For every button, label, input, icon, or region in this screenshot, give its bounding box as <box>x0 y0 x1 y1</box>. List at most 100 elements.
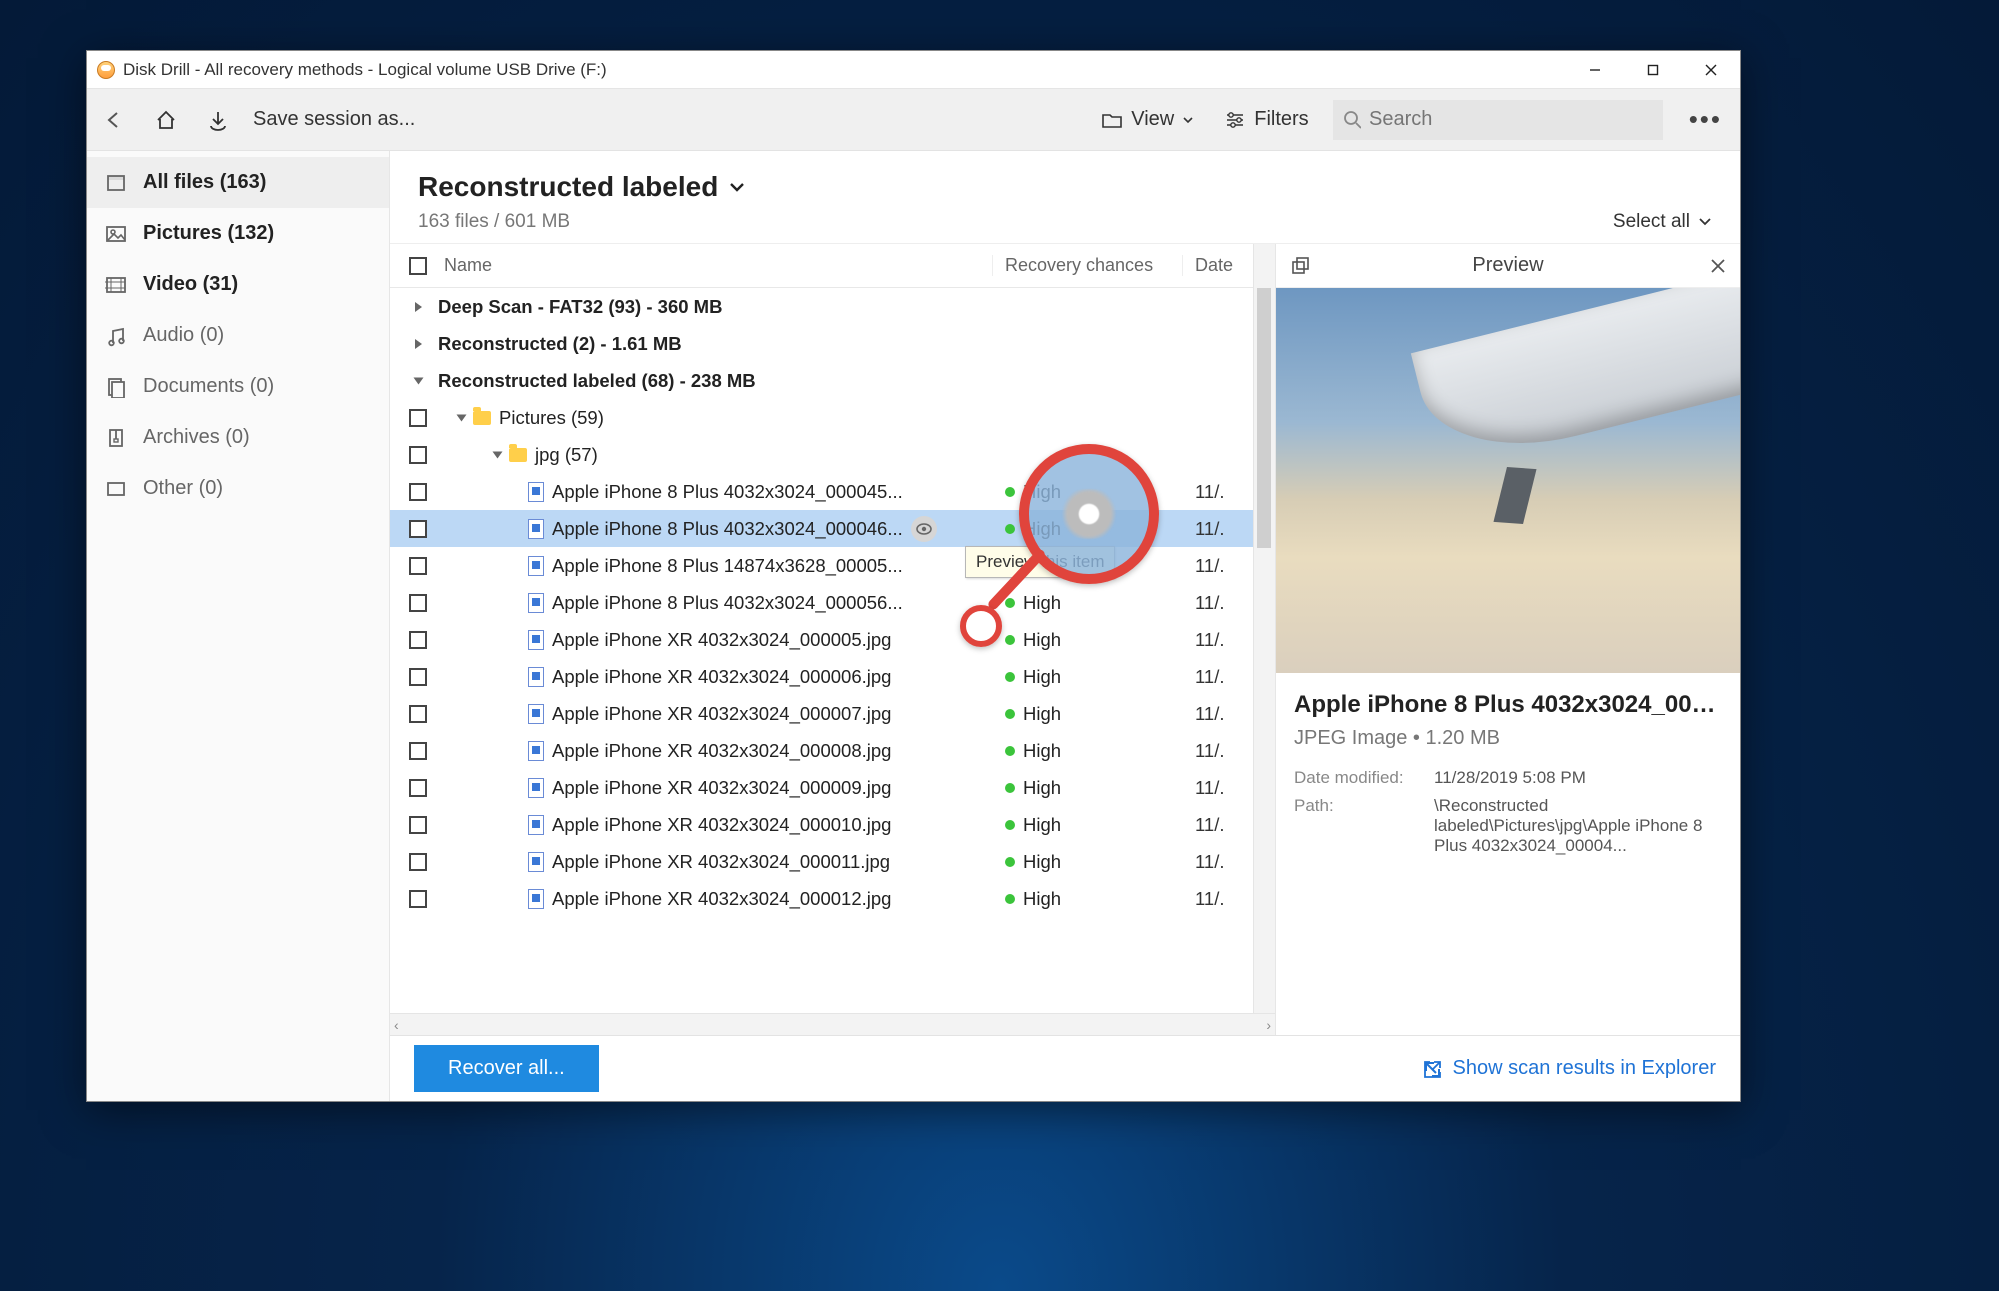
file-row[interactable]: Apple iPhone XR 4032x3024_000007.jpgHigh… <box>390 695 1253 732</box>
other-icon <box>105 478 127 500</box>
filters-button[interactable]: Filters <box>1218 104 1314 135</box>
external-link-icon <box>1421 1058 1443 1080</box>
folder-row-pictures[interactable]: Pictures (59) <box>390 399 1253 436</box>
row-checkbox[interactable] <box>409 631 427 649</box>
view-dropdown[interactable]: View <box>1095 104 1200 135</box>
scrollbar-up[interactable] <box>1253 244 1275 288</box>
recovery-value: High <box>1023 888 1061 910</box>
save-session-label[interactable]: Save session as... <box>253 108 415 131</box>
file-row[interactable]: Apple iPhone XR 4032x3024_000011.jpgHigh… <box>390 843 1253 880</box>
date-value: 11/. <box>1183 888 1253 910</box>
show-in-explorer-link[interactable]: Show scan results in Explorer <box>1421 1057 1716 1080</box>
group-row[interactable]: Reconstructed labeled (68) - 238 MB <box>390 362 1253 399</box>
file-row[interactable]: Apple iPhone XR 4032x3024_000005.jpgHigh… <box>390 621 1253 658</box>
back-button[interactable] <box>97 103 131 137</box>
image-file-icon <box>528 741 544 761</box>
column-name[interactable]: Name <box>438 255 993 276</box>
row-checkbox[interactable] <box>409 520 427 538</box>
audio-icon <box>105 325 127 347</box>
folder-icon <box>473 411 491 425</box>
popout-icon <box>1290 256 1310 276</box>
recovery-value: High <box>1023 851 1061 873</box>
eye-icon <box>916 523 932 535</box>
row-checkbox[interactable] <box>409 779 427 797</box>
column-date[interactable]: Date <box>1183 255 1253 276</box>
group-row[interactable]: Deep Scan - FAT32 (93) - 360 MB <box>390 288 1253 325</box>
view-label: View <box>1131 108 1174 131</box>
image-file-icon <box>528 519 544 539</box>
file-row[interactable]: Apple iPhone XR 4032x3024_000006.jpgHigh… <box>390 658 1253 695</box>
vertical-scrollbar[interactable] <box>1253 288 1275 1013</box>
ellipsis-icon: ••• <box>1689 104 1722 134</box>
horizontal-scrollbar[interactable]: ‹› <box>390 1013 1275 1035</box>
sidebar-item-video[interactable]: Video (31) <box>87 259 389 310</box>
preview-close-button[interactable] <box>1710 258 1726 274</box>
search-input[interactable] <box>1369 108 1653 131</box>
preview-title: Preview <box>1472 254 1543 277</box>
file-row[interactable]: Apple iPhone XR 4032x3024_000012.jpgHigh… <box>390 880 1253 917</box>
popout-button[interactable] <box>1290 256 1310 276</box>
close-button[interactable] <box>1682 51 1740 89</box>
minimize-button[interactable] <box>1566 51 1624 89</box>
row-checkbox[interactable] <box>409 594 427 612</box>
row-checkbox[interactable] <box>409 409 427 427</box>
preview-date-value: 11/28/2019 5:08 PM <box>1434 768 1722 788</box>
recover-all-button[interactable]: Recover all... <box>414 1045 599 1092</box>
image-file-icon <box>528 667 544 687</box>
column-recovery[interactable]: Recovery chances <box>993 255 1183 276</box>
row-checkbox[interactable] <box>409 853 427 871</box>
preview-path-value: \Reconstructed labeled\Pictures\jpg\Appl… <box>1434 796 1722 856</box>
window-title: Disk Drill - All recovery methods - Logi… <box>123 60 607 80</box>
file-row[interactable]: Apple iPhone 8 Plus 4032x3024_000056...H… <box>390 584 1253 621</box>
file-row[interactable]: Apple iPhone XR 4032x3024_000008.jpgHigh… <box>390 732 1253 769</box>
date-value: 11/. <box>1183 703 1253 725</box>
preview-image <box>1276 288 1740 673</box>
file-name: Apple iPhone XR 4032x3024_000009.jpg <box>552 777 891 799</box>
file-row[interactable]: Apple iPhone XR 4032x3024_000009.jpgHigh… <box>390 769 1253 806</box>
sidebar-item-audio[interactable]: Audio (0) <box>87 310 389 361</box>
status-dot-icon <box>1005 857 1015 867</box>
preview-path-label: Path: <box>1294 796 1414 856</box>
home-button[interactable] <box>149 103 183 137</box>
row-checkbox[interactable] <box>409 557 427 575</box>
expand-triangle-icon <box>457 414 467 421</box>
save-session-icon-button[interactable] <box>201 103 235 137</box>
date-value: 11/. <box>1183 777 1253 799</box>
row-checkbox[interactable] <box>409 446 427 464</box>
row-checkbox[interactable] <box>409 742 427 760</box>
row-checkbox[interactable] <box>409 816 427 834</box>
section-heading[interactable]: Reconstructed labeled <box>418 171 746 203</box>
recovery-value: High <box>1023 814 1061 836</box>
sidebar-item-archives[interactable]: Archives (0) <box>87 412 389 463</box>
maximize-button[interactable] <box>1624 51 1682 89</box>
search-box[interactable] <box>1333 100 1663 140</box>
sidebar-item-documents[interactable]: Documents (0) <box>87 361 389 412</box>
row-checkbox[interactable] <box>409 705 427 723</box>
chevron-down-icon <box>1698 215 1712 229</box>
file-row[interactable]: Apple iPhone XR 4032x3024_000010.jpgHigh… <box>390 806 1253 843</box>
download-icon <box>206 108 230 132</box>
preview-date-label: Date modified: <box>1294 768 1414 788</box>
file-name: Apple iPhone 8 Plus 4032x3024_000056... <box>552 592 903 614</box>
recovery-value: High <box>1023 740 1061 762</box>
row-checkbox[interactable] <box>409 483 427 501</box>
date-value: 11/. <box>1183 481 1253 503</box>
more-button[interactable]: ••• <box>1681 104 1730 135</box>
group-row[interactable]: Reconstructed (2) - 1.61 MB <box>390 325 1253 362</box>
sidebar-item-pictures[interactable]: Pictures (132) <box>87 208 389 259</box>
preview-item-button[interactable] <box>911 516 937 542</box>
row-checkbox[interactable] <box>409 668 427 686</box>
sidebar-item-allfiles[interactable]: All files (163) <box>87 157 389 208</box>
pictures-icon <box>105 223 127 245</box>
date-value: 11/. <box>1183 592 1253 614</box>
folder-icon <box>1101 110 1123 130</box>
filters-label: Filters <box>1254 108 1308 131</box>
sidebar-item-other[interactable]: Other (0) <box>87 463 389 514</box>
main-area: Reconstructed labeled 163 files / 601 MB… <box>390 151 1740 1101</box>
select-all-dropdown[interactable]: Select all <box>1613 211 1712 233</box>
file-name: Apple iPhone 8 Plus 4032x3024_000046... <box>552 518 903 540</box>
row-checkbox[interactable] <box>409 890 427 908</box>
sidebar-item-label: All files (163) <box>143 171 266 194</box>
date-value: 11/. <box>1183 740 1253 762</box>
select-all-checkbox[interactable] <box>409 257 427 275</box>
